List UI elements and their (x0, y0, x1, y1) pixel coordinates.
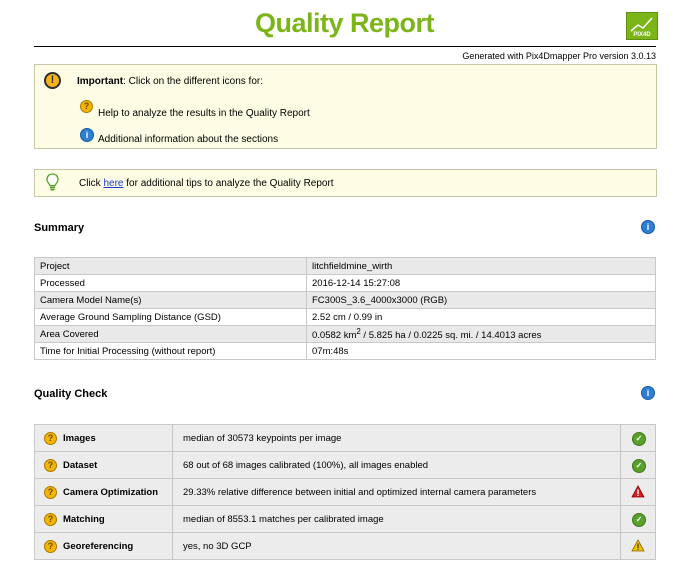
table-row: Camera Model Name(s) FC300S_3.6_4000x300… (34, 291, 656, 309)
table-row: Area Covered 0.0582 km2 / 5.825 ha / 0.0… (34, 325, 656, 343)
important-label: Important (77, 76, 124, 87)
table-row: Camera Optimization 29.33% relative diff… (34, 478, 656, 506)
important-line: Important: Click on the different icons … (77, 76, 263, 87)
table-row: Time for Initial Processing (without rep… (34, 342, 656, 360)
table-row: Processed 2016-12-14 15:27:08 (34, 274, 656, 292)
error-triangle-icon (631, 485, 645, 498)
table-row: Matching median of 8553.1 matches per ca… (34, 505, 656, 533)
summary-value: litchfieldmine_wirth (306, 257, 656, 275)
help-description: Help to analyze the results in the Quali… (98, 108, 310, 119)
summary-label: Processed (34, 274, 307, 292)
generated-with-text: Generated with Pix4Dmapper Pro version 3… (462, 51, 656, 61)
check-value: yes, no 3D GCP (172, 532, 621, 560)
summary-value: FC300S_3.6_4000x3000 (RGB) (306, 291, 656, 309)
tips-prefix: Click (79, 178, 104, 189)
quality-check-info-icon[interactable] (641, 386, 655, 400)
quality-check-title: Quality Check (34, 388, 108, 400)
summary-title: Summary (34, 222, 85, 234)
tips-link[interactable]: here (103, 178, 123, 189)
tips-box: Click here for additional tips to analyz… (34, 169, 657, 197)
check-ok-icon (632, 513, 646, 527)
table-row: Images median of 30573 keypoints per ima… (34, 424, 656, 452)
check-value: median of 8553.1 matches per calibrated … (172, 505, 621, 533)
check-label: Matching (63, 514, 105, 525)
summary-label: Time for Initial Processing (without rep… (34, 342, 307, 360)
table-row: Project litchfieldmine_wirth (34, 257, 656, 275)
help-icon[interactable] (80, 100, 93, 113)
summary-label: Area Covered (34, 325, 307, 343)
check-value: median of 30573 keypoints per image (172, 424, 621, 452)
summary-value: 07m:48s (306, 342, 656, 360)
help-icon[interactable] (44, 486, 57, 499)
check-label: Dataset (63, 460, 98, 471)
header-rule (34, 46, 656, 47)
summary-label: Camera Model Name(s) (34, 291, 307, 309)
info-icon[interactable] (80, 128, 94, 142)
pix4d-logo: PIX4D (626, 12, 658, 40)
check-label: Camera Optimization (63, 487, 159, 498)
table-row: Dataset 68 out of 68 images calibrated (… (34, 451, 656, 479)
summary-value: 0.0582 km2 / 5.825 ha / 0.0225 sq. mi. /… (306, 325, 656, 343)
summary-info-icon[interactable] (641, 220, 655, 234)
summary-table: Project litchfieldmine_wirth Processed 2… (34, 257, 656, 360)
important-icon (44, 72, 61, 89)
help-icon[interactable] (44, 540, 57, 553)
lightbulb-icon (46, 173, 59, 191)
important-notice-box: Important: Click on the different icons … (34, 64, 657, 149)
warning-triangle-icon (631, 539, 645, 552)
important-text: : Click on the different icons for: (123, 76, 263, 87)
check-ok-icon (632, 459, 646, 473)
report-title: Quality Report (254, 8, 435, 38)
check-label: Images (63, 433, 96, 444)
check-value: 29.33% relative difference between initi… (172, 478, 621, 506)
svg-text:PIX4D: PIX4D (633, 32, 651, 38)
summary-value: 2016-12-14 15:27:08 (306, 274, 656, 292)
check-ok-icon (632, 432, 646, 446)
summary-value: 2.52 cm / 0.99 in (306, 308, 656, 326)
tips-suffix: for additional tips to analyze the Quali… (123, 178, 334, 189)
tips-line: Click here for additional tips to analyz… (79, 178, 334, 189)
summary-label: Average Ground Sampling Distance (GSD) (34, 308, 307, 326)
check-label: Georeferencing (63, 541, 134, 552)
check-value: 68 out of 68 images calibrated (100%), a… (172, 451, 621, 479)
area-rest: / 5.825 ha / 0.0225 sq. mi. / 14.4013 ac… (360, 330, 542, 342)
summary-label: Project (34, 257, 307, 275)
table-row: Georeferencing yes, no 3D GCP (34, 532, 656, 560)
area-km: 0.0582 km (312, 330, 357, 342)
help-icon[interactable] (44, 513, 57, 526)
help-icon[interactable] (44, 459, 57, 472)
quality-check-table: Images median of 30573 keypoints per ima… (34, 424, 656, 560)
info-description: Additional information about the section… (98, 134, 279, 145)
help-icon[interactable] (44, 432, 57, 445)
table-row: Average Ground Sampling Distance (GSD) 2… (34, 308, 656, 326)
